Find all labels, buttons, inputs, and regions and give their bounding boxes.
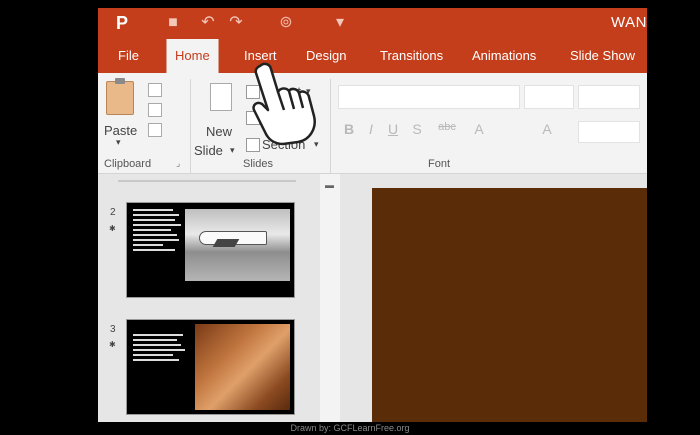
customize-toolbar-icon[interactable]: ▾	[330, 13, 350, 33]
font-name-dropdown[interactable]	[338, 85, 520, 109]
new-slide-label-line2[interactable]: Slide	[194, 143, 223, 158]
font-grow-shrink-buttons[interactable]	[578, 85, 640, 109]
slides-group-label: Slides	[243, 158, 273, 170]
undo-icon[interactable]: ↶	[198, 13, 218, 33]
title-bar: P ■ ↶ ↷ ⊚ ▾ WAN	[98, 8, 647, 39]
clear-formatting-button[interactable]	[578, 121, 640, 143]
main-slide-canvas[interactable]	[372, 188, 647, 422]
strikethrough-button[interactable]: abc	[434, 121, 460, 133]
slide-thumbnail-3[interactable]	[126, 319, 295, 415]
airplane-photo	[185, 209, 290, 281]
reset-icon[interactable]	[246, 111, 260, 125]
underline-button[interactable]: U	[384, 121, 402, 137]
pane-splitter[interactable]	[320, 174, 340, 422]
tab-design[interactable]: Design	[298, 39, 354, 73]
redo-icon[interactable]: ↷	[226, 13, 246, 33]
ribbon-tabs: File Home Insert Design Transitions Anim…	[98, 39, 647, 73]
interior-photo	[195, 324, 290, 410]
shadow-button[interactable]: S	[408, 121, 426, 137]
font-color-button[interactable]: A	[538, 121, 556, 137]
thumbnail-scroll-indicator	[118, 180, 296, 182]
layout-dropdown-icon[interactable]: ▾	[306, 86, 311, 97]
copy-icon[interactable]	[148, 103, 162, 117]
present-icon[interactable]: ⊚	[276, 13, 296, 33]
save-icon[interactable]: ■	[163, 13, 183, 33]
tab-file[interactable]: File	[110, 39, 147, 73]
italic-button[interactable]: I	[362, 121, 380, 137]
section-icon[interactable]	[246, 138, 260, 152]
image-caption: Drawn by: GCFLearnFree.org	[290, 423, 410, 433]
clipboard-group-label: Clipboard	[104, 158, 152, 170]
thumbnail-text-lines	[133, 209, 183, 254]
font-group-label: Font	[428, 158, 451, 170]
paste-button-label[interactable]: Paste	[104, 123, 137, 138]
clipboard-dialog-launcher-icon[interactable]: ⌟	[176, 158, 180, 169]
tab-home[interactable]: Home	[166, 39, 219, 73]
powerpoint-window: P ■ ↶ ↷ ⊚ ▾ WAN File Home Insert Design …	[98, 8, 647, 422]
transition-star-icon: ✱	[109, 224, 116, 233]
new-slide-dropdown-icon[interactable]: ▾	[230, 145, 235, 156]
new-slide-label-line1[interactable]: New	[206, 124, 232, 139]
thumbnail-text-lines	[133, 334, 185, 364]
slide-number: 3	[110, 324, 116, 335]
group-divider	[330, 79, 331, 173]
format-painter-icon[interactable]	[148, 123, 162, 137]
powerpoint-logo-icon: P	[115, 13, 128, 33]
layout-button[interactable]: Layout	[262, 84, 301, 99]
collapse-pane-icon[interactable]: ▬	[325, 180, 334, 190]
tab-insert[interactable]: Insert	[236, 39, 285, 73]
slide-thumbnail-2[interactable]	[126, 202, 295, 298]
paste-icon[interactable]	[106, 78, 134, 115]
tab-animations[interactable]: Animations	[464, 39, 544, 73]
tab-transitions[interactable]: Transitions	[372, 39, 451, 73]
transition-star-icon: ✱	[109, 340, 116, 349]
cut-icon[interactable]	[148, 83, 162, 97]
slide-thumbnail-pane: 2 ✱ 3 ✱	[98, 174, 320, 422]
character-spacing-button[interactable]: A	[470, 121, 488, 137]
user-name[interactable]: WAN	[611, 14, 647, 31]
bold-button[interactable]: B	[340, 121, 358, 137]
font-size-dropdown[interactable]	[524, 85, 574, 109]
new-slide-icon[interactable]	[210, 83, 232, 111]
group-divider	[190, 79, 191, 173]
ribbon-home: Paste ▾ Clipboard ⌟ New Slide ▾ Layout ▾…	[98, 73, 647, 174]
section-button[interactable]: Section	[262, 137, 305, 152]
layout-icon[interactable]	[246, 85, 260, 99]
slide-number: 2	[110, 207, 116, 218]
reset-button[interactable]: Reset	[262, 110, 296, 125]
paste-dropdown-icon[interactable]: ▾	[116, 137, 121, 148]
section-dropdown-icon[interactable]: ▾	[314, 139, 319, 150]
tab-slide-show[interactable]: Slide Show	[562, 39, 643, 73]
